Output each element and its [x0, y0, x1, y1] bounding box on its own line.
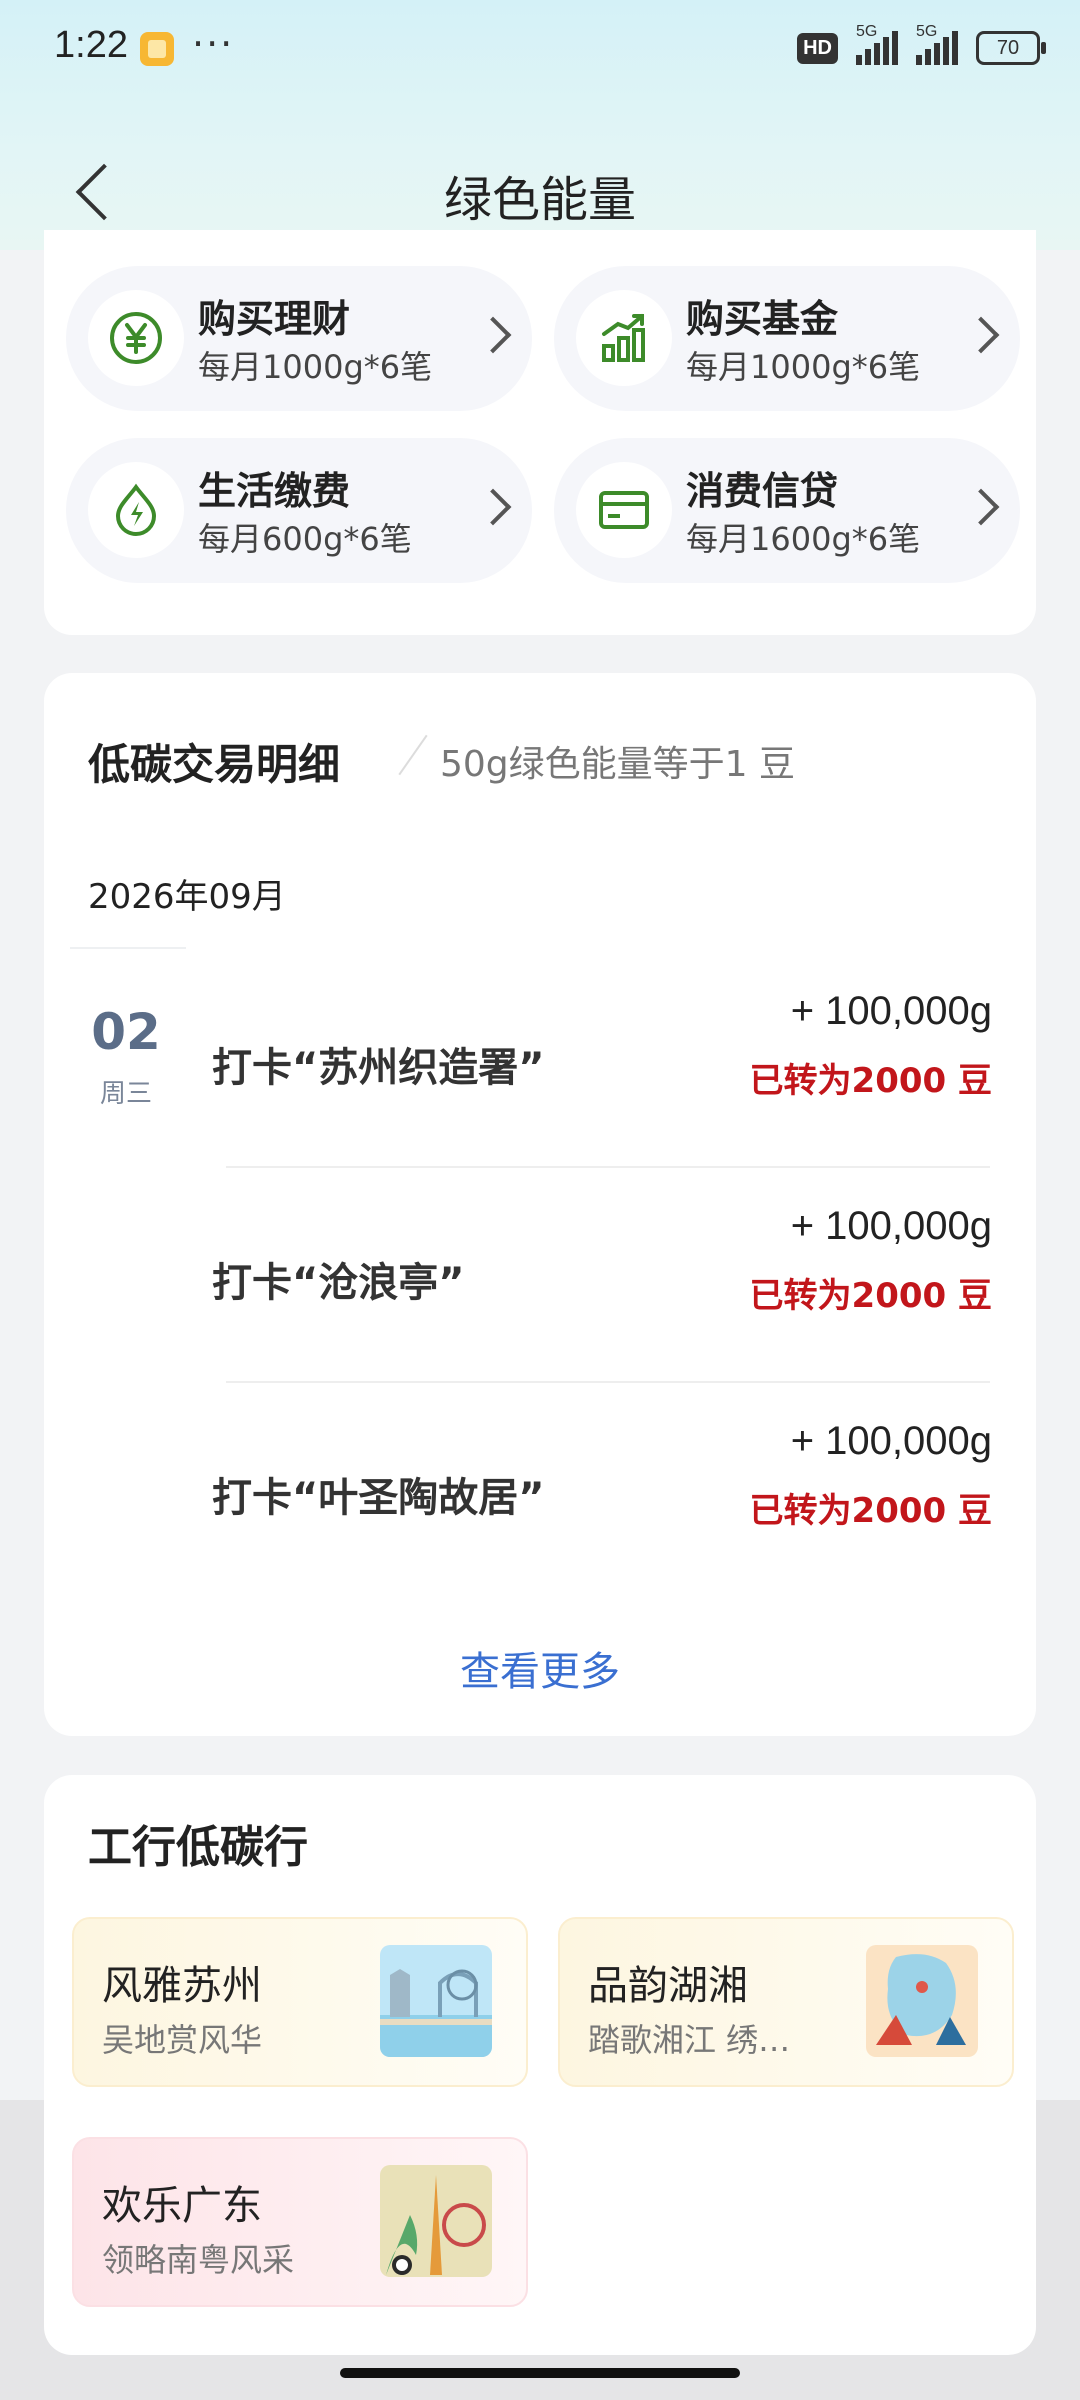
guangdong-illustration-icon [380, 2165, 492, 2277]
status-time: 1:22 [54, 24, 128, 66]
service-consumer-credit[interactable]: 消费信贷 每月1600g*6笔 [554, 438, 1020, 583]
service-title: 生活缴费 [198, 469, 351, 513]
route-title: 风雅苏州 [102, 1963, 262, 2009]
transaction-detail-card: 低碳交易明细 50g绿色能量等于1 豆 2026年09月 02 周三 打卡“苏州… [44, 673, 1036, 1736]
growth-chart-icon [602, 314, 645, 362]
transaction-amount: + 100,000g [790, 1419, 992, 1463]
more-notifications-icon: ··· [192, 22, 235, 66]
card-icon [599, 491, 649, 529]
chevron-right-icon [962, 316, 1000, 354]
route-title: 品韵湖湘 [588, 1963, 748, 2009]
service-quota: 每月600g*6笔 [198, 520, 412, 558]
title-divider [400, 731, 428, 779]
transaction-row[interactable]: 打卡“沧浪亭” + 100,000g 已转为2000 豆 [44, 1168, 1036, 1383]
route-subtitle: 踏歌湘江 绣… [588, 2021, 791, 2059]
service-buy-fund[interactable]: 购买基金 每月1000g*6笔 [554, 266, 1020, 411]
signal-icon-1: 5G [856, 23, 898, 65]
service-title: 购买基金 [686, 297, 839, 341]
service-title: 消费信贷 [686, 469, 839, 513]
route-title: 欢乐广东 [102, 2183, 262, 2229]
transaction-amount: + 100,000g [790, 989, 992, 1033]
energy-drop-icon [115, 483, 157, 536]
hd-voice-icon: HD [797, 32, 838, 64]
yen-icon [110, 312, 162, 364]
section-title: 低碳交易明细 [88, 740, 341, 789]
low-carbon-travel-card: 工行低碳行 风雅苏州 吴地赏风华 品韵湖湘 踏歌湘江 绣… 欢乐广东 领略南粤风… [44, 1775, 1036, 2355]
route-card-hunan[interactable]: 品韵湖湘 踏歌湘江 绣… [558, 1917, 1014, 2087]
section-title: 工行低碳行 [88, 1822, 308, 1873]
battery-icon: 70 [976, 31, 1046, 65]
chevron-right-icon [962, 488, 1000, 526]
page-title: 绿色能量 [443, 172, 636, 228]
route-subtitle: 吴地赏风华 [102, 2021, 263, 2059]
status-indicators: HD 5G 5G 70 [797, 23, 1046, 68]
service-utility-payment[interactable]: 生活缴费 每月600g*6笔 [66, 438, 532, 583]
transaction-converted: 已转为2000 豆 [749, 1276, 992, 1316]
service-quota: 每月1000g*6笔 [686, 348, 921, 386]
conversion-rate-note: 50g绿色能量等于1 豆 [440, 744, 796, 785]
status-bar: 1:22 ··· HD 5G 5G 70 [0, 0, 1080, 100]
transaction-row[interactable]: 打卡“叶圣陶故居” + 100,000g 已转为2000 豆 [44, 1383, 1036, 1598]
route-card-suzhou[interactable]: 风雅苏州 吴地赏风华 [72, 1917, 528, 2087]
service-buy-wealth[interactable]: 购买理财 每月1000g*6笔 [66, 266, 532, 411]
transaction-row[interactable]: 打卡“苏州织造署” + 100,000g 已转为2000 豆 [44, 953, 1036, 1168]
nav-bar: 绿色能量 [0, 140, 1080, 240]
transaction-converted: 已转为2000 豆 [749, 1061, 992, 1101]
service-quota: 每月1600g*6笔 [686, 520, 921, 558]
notification-app-icon [140, 32, 174, 66]
home-indicator[interactable] [340, 2368, 740, 2378]
signal-icon-2: 5G [916, 23, 958, 65]
divider [70, 947, 186, 949]
route-subtitle: 领略南粤风采 [102, 2241, 295, 2279]
transaction-name: 打卡“苏州织造署” [212, 1045, 545, 1091]
hunan-illustration-icon [866, 1945, 978, 2057]
transaction-name: 打卡“叶圣陶故居” [212, 1475, 545, 1521]
suzhou-illustration-icon [380, 1945, 492, 2057]
service-title: 购买理财 [198, 297, 351, 341]
services-card: 购买理财 每月1000g*6笔 购买基金 每月1000g*6笔 生活缴费 每月6… [44, 230, 1036, 635]
month-label: 2026年09月 [88, 877, 286, 917]
chevron-right-icon [474, 488, 512, 526]
chevron-right-icon [474, 316, 512, 354]
transaction-converted: 已转为2000 豆 [749, 1491, 992, 1531]
view-more-link[interactable]: 查看更多 [44, 1639, 1036, 1697]
service-quota: 每月1000g*6笔 [198, 348, 433, 386]
route-card-guangdong[interactable]: 欢乐广东 领略南粤风采 [72, 2137, 528, 2307]
transaction-name: 打卡“沧浪亭” [212, 1260, 465, 1306]
transaction-amount: + 100,000g [790, 1204, 992, 1248]
